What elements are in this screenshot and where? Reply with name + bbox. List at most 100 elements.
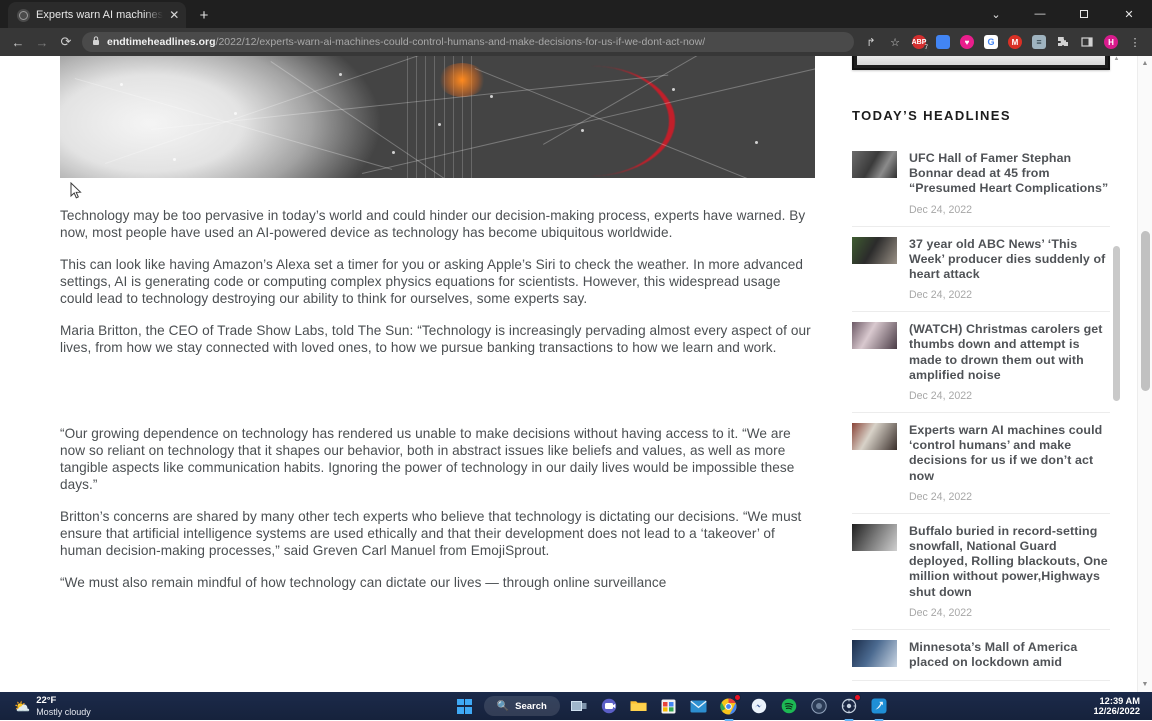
avatar-initial: H [1104, 35, 1118, 49]
weather-temperature: 22°F [36, 696, 91, 706]
page-viewport: Technology may be too pervasive in today… [0, 56, 1152, 692]
puzzle-extensions-icon[interactable] [1052, 31, 1074, 53]
windows-taskbar: ⛅ 22°F Mostly cloudy 🔍 Search [0, 692, 1152, 720]
headline-link[interactable]: (WATCH) Christmas carolers get thumbs do… [909, 322, 1110, 383]
toolbar-icons: ↱ ☆ ABP 7 ♥ G M ≡ H ⋮ [860, 31, 1146, 53]
back-icon[interactable]: ← [6, 30, 30, 54]
blue-app-button[interactable] [868, 695, 890, 717]
chrome-button[interactable] [718, 695, 740, 717]
search-button[interactable]: 🔍 Search [484, 696, 560, 716]
headline-body: 37 year old ABC News’ ‘This Week’ produc… [909, 237, 1110, 302]
tab-strip: Experts warn AI machines could ✕ + ⌄ — ✕ [0, 0, 1152, 28]
headline-body: (WATCH) Christmas carolers get thumbs do… [909, 322, 1110, 402]
article-paragraph: Maria Britton, the CEO of Trade Show Lab… [60, 322, 815, 356]
browser-tab-active[interactable]: Experts warn AI machines could ✕ [8, 2, 186, 28]
new-tab-button[interactable]: + [195, 7, 213, 24]
task-view-icon [571, 699, 587, 713]
headline-body: UFC Hall of Famer Stephan Bonnar dead at… [909, 151, 1110, 216]
sidebar-ad-banner[interactable] [852, 56, 1110, 70]
headline-thumbnail [852, 423, 897, 450]
headline-link[interactable]: Minnesota’s Mall of America placed on lo… [909, 640, 1110, 670]
settings-gear-icon [841, 698, 857, 714]
headline-thumbnail [852, 322, 897, 349]
spotify-button[interactable] [778, 695, 800, 717]
heart-extension-icon[interactable]: ♥ [956, 31, 978, 53]
article-paragraph: “We must also remain mindful of how tech… [60, 574, 815, 591]
share-icon[interactable]: ↱ [860, 31, 882, 53]
google-extension-icon[interactable]: G [980, 31, 1002, 53]
close-icon[interactable]: ✕ [169, 9, 180, 21]
list-item[interactable]: Buffalo buried in record-setting snowfal… [852, 514, 1110, 630]
weather-widget[interactable]: ⛅ 22°F Mostly cloudy [0, 696, 250, 717]
search-icon: 🔍 [497, 701, 509, 712]
chrome-menu-icon[interactable]: ⋮ [1124, 31, 1146, 53]
widget-scrollbar[interactable]: ▲ [1113, 56, 1120, 62]
notification-app-button[interactable] [838, 695, 860, 717]
mail-button[interactable] [688, 695, 710, 717]
page-content: Technology may be too pervasive in today… [0, 56, 1137, 692]
app-extra-button[interactable] [808, 695, 830, 717]
app-notification-badge [854, 694, 861, 701]
globe-icon [17, 9, 30, 22]
calendar-extension-icon[interactable] [932, 31, 954, 53]
close-button[interactable]: ✕ [1106, 0, 1152, 28]
headline-link[interactable]: Experts warn AI machines could ‘control … [909, 423, 1110, 484]
adblock-extension-icon[interactable]: ABP 7 [908, 31, 930, 53]
weather-text: 22°F Mostly cloudy [36, 696, 91, 717]
spotify-icon [781, 698, 797, 714]
address-bar[interactable]: endtimeheadlines.org/2022/12/experts-war… [82, 32, 854, 52]
system-tray: 12:39 AM 12/26/2022 [1093, 696, 1152, 717]
task-view-button[interactable] [568, 695, 590, 717]
profile-avatar[interactable]: H [1100, 31, 1122, 53]
headline-date: Dec 24, 2022 [909, 390, 1110, 402]
search-label: Search [515, 701, 547, 712]
heart-glyph: ♥ [960, 35, 974, 49]
start-button[interactable] [454, 695, 476, 717]
todays-headlines-widget: TODAY’S HEADLINES UFC Hall of Famer Step… [852, 108, 1110, 681]
list-item[interactable]: 37 year old ABC News’ ‘This Week’ produc… [852, 227, 1110, 313]
bookmark-star-icon[interactable]: ☆ [884, 31, 906, 53]
list-item[interactable]: UFC Hall of Famer Stephan Bonnar dead at… [852, 141, 1110, 227]
headline-link[interactable]: UFC Hall of Famer Stephan Bonnar dead at… [909, 151, 1110, 197]
scroll-up-icon[interactable]: ▲ [1113, 56, 1120, 62]
headline-thumbnail [852, 524, 897, 551]
microsoft-store-button[interactable] [658, 695, 680, 717]
blue-app-icon [871, 698, 887, 714]
scroll-down-icon[interactable]: ▼ [1138, 677, 1152, 692]
sidebar-title: TODAY’S HEADLINES [852, 108, 1110, 123]
window-controls: ⌄ — ✕ [974, 0, 1152, 28]
maximize-button[interactable] [1062, 0, 1106, 28]
reload-icon[interactable]: ⟳ [54, 30, 78, 54]
teams-chat-button[interactable] [598, 695, 620, 717]
messenger-icon [751, 698, 767, 714]
messenger-button[interactable] [748, 695, 770, 717]
page-scrollbar-thumb[interactable] [1141, 231, 1150, 391]
teams-chat-icon [601, 698, 617, 714]
lock-icon [92, 36, 100, 48]
taskbar-clock[interactable]: 12:39 AM 12/26/2022 [1093, 696, 1140, 717]
file-explorer-button[interactable] [628, 695, 650, 717]
mouse-cursor [70, 182, 82, 200]
list-item[interactable]: Experts warn AI machines could ‘control … [852, 413, 1110, 514]
headline-link[interactable]: 37 year old ABC News’ ‘This Week’ produc… [909, 237, 1110, 283]
headline-link[interactable]: Buffalo buried in record-setting snowfal… [909, 524, 1110, 600]
inline-ad-slot [60, 371, 815, 425]
reading-list-icon[interactable] [1076, 31, 1098, 53]
url-domain: endtimeheadlines.org [107, 36, 216, 48]
scroll-up-icon[interactable]: ▲ [1138, 56, 1152, 71]
store-icon [661, 699, 676, 714]
widget-scrollbar-thumb[interactable] [1113, 246, 1120, 401]
minimize-button[interactable]: — [1018, 0, 1062, 28]
weather-condition: Mostly cloudy [36, 707, 91, 717]
list-item[interactable]: Minnesota’s Mall of America placed on lo… [852, 630, 1110, 681]
list-item[interactable]: (WATCH) Christmas carolers get thumbs do… [852, 312, 1110, 413]
list-extension-icon[interactable]: ≡ [1028, 31, 1050, 53]
article-paragraph: “Our growing dependence on technology ha… [60, 425, 815, 493]
chevron-down-icon[interactable]: ⌄ [974, 0, 1018, 28]
forward-icon[interactable]: → [30, 30, 54, 54]
tab-title: Experts warn AI machines could [36, 9, 163, 21]
taskbar-apps: 🔍 Search [250, 695, 1093, 717]
page-scrollbar[interactable]: ▲ ▼ [1137, 56, 1152, 692]
browser-window: Experts warn AI machines could ✕ + ⌄ — ✕… [0, 0, 1152, 692]
gmail-extension-icon[interactable]: M [1004, 31, 1026, 53]
